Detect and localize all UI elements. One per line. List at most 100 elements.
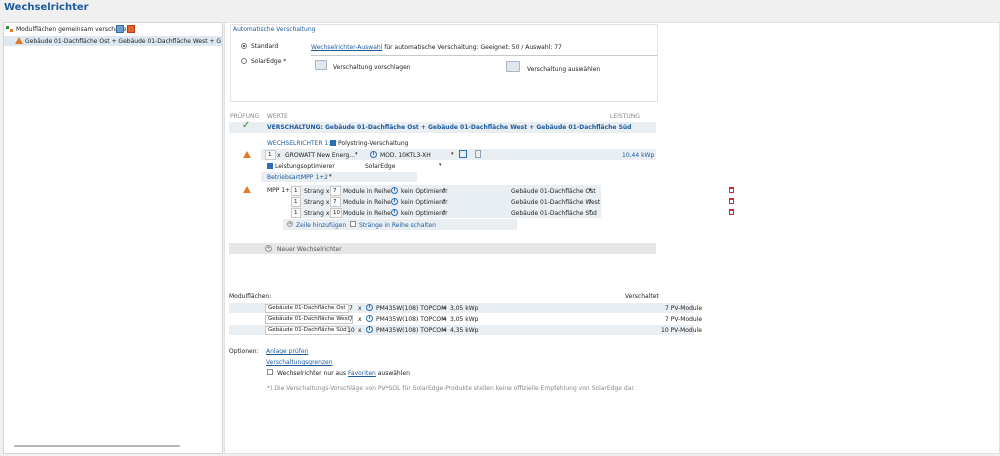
tree-item-label: Gebäude 01-Dachfläche Ost + Gebäude 01-D… — [25, 38, 221, 45]
optimizer-value[interactable]: SolarEdge — [365, 163, 395, 170]
new-inverter-button[interactable]: Neuer Wechselrichter — [277, 246, 342, 253]
radio-solaredge[interactable] — [241, 58, 247, 64]
manufacturer-dropdown-icon[interactable]: ▾ — [355, 151, 358, 157]
modules-per-string-input[interactable]: 10 — [330, 208, 342, 218]
inverter-qty-input[interactable]: 1 — [265, 150, 276, 160]
check-system-link[interactable]: Anlage prüfen — [266, 348, 308, 355]
delete-string-icon[interactable] — [729, 187, 734, 193]
horizontal-scrollbar[interactable] — [14, 445, 180, 447]
module-connected: 7 PV-Module — [665, 305, 703, 312]
string-surface[interactable]: Gebäude 01-Dachfläche Ost — [511, 188, 596, 195]
string-surface[interactable]: Gebäude 01-Dachfläche Süd — [511, 210, 597, 217]
optimizer-dropdown-icon[interactable]: ▾ — [439, 162, 442, 168]
radio-standard-label[interactable]: Standard — [251, 43, 278, 50]
string-unit: Strang x — [304, 210, 330, 217]
module-type: PM435W(108) TOPCOM — [376, 316, 447, 323]
module-power: 4,35 kWp — [450, 327, 479, 334]
polystring-checkbox[interactable] — [330, 140, 336, 146]
inverter-selection-link[interactable]: Wechselrichter-Auswahl — [311, 44, 382, 51]
info-icon[interactable]: i — [366, 304, 373, 311]
module-row: Gebäude 01-Dachfläche West 7 x i PM435W(… — [229, 314, 702, 324]
mode-value[interactable]: MPP 1+2 — [301, 174, 328, 181]
string-suffix: Module in Reihe — [343, 199, 391, 206]
optimizer-label: Leistungsoptimierer — [275, 163, 335, 170]
surface-dropdown-icon[interactable]: ▾ — [589, 209, 592, 215]
inverter-power: 10,44 kWp — [622, 152, 655, 159]
suggest-circuit-icon[interactable] — [315, 60, 327, 70]
string-optimizer[interactable]: kein Optimierer — [401, 199, 448, 206]
string-qty-input[interactable]: 1 — [291, 186, 301, 196]
module-type: PM435W(108) TOPCOM — [376, 327, 447, 334]
warning-icon — [15, 37, 23, 44]
add-row-link[interactable]: Zeile hinzufügen — [296, 222, 346, 229]
module-power: 3,05 kWp — [450, 316, 479, 323]
string-unit: Strang x — [304, 199, 330, 206]
string-qty-input[interactable]: 1 — [291, 208, 301, 218]
favorites-link[interactable]: Favoriten — [348, 370, 376, 377]
surface-dropdown-icon[interactable]: ▾ — [589, 187, 592, 193]
string-suffix: Module in Reihe — [343, 188, 391, 195]
connect-icon[interactable] — [116, 25, 124, 33]
optimizer-dropdown-icon[interactable]: ▾ — [443, 209, 446, 215]
favorites-checkbox[interactable] — [267, 369, 273, 375]
info-icon[interactable]: i — [366, 326, 373, 333]
info-icon[interactable]: i — [391, 198, 398, 205]
mode-label: Betriebsart: — [267, 174, 303, 181]
module-connected: 10 PV-Module — [661, 327, 702, 334]
select-circuit-button[interactable]: Verschaltung auswählen — [527, 66, 600, 73]
module-eq: = — [442, 316, 448, 323]
string-qty-input[interactable]: 1 — [291, 197, 301, 207]
model-dropdown-icon[interactable]: ▾ — [451, 151, 454, 157]
copy-icon[interactable] — [475, 150, 481, 158]
info-icon[interactable]: i — [391, 187, 398, 194]
suggest-circuit-button[interactable]: Verschaltung vorschlagen — [333, 64, 411, 71]
radio-standard[interactable] — [241, 43, 247, 49]
favorites-option: Wechselrichter nur aus Favoriten auswähl… — [277, 370, 410, 377]
series-label: Stränge in Reihe schalten — [359, 222, 436, 229]
module-surfaces-label: Modulflächen: — [229, 293, 272, 300]
circuit-limits-link[interactable]: Verschaltungsgrenzen — [266, 359, 333, 366]
info-icon[interactable]: i — [366, 315, 373, 322]
string-optimizer[interactable]: kein Optimierer — [401, 210, 448, 217]
optimizer-checkbox[interactable] — [267, 163, 273, 169]
modules-per-string-input[interactable]: 7 — [330, 186, 341, 196]
edit-icon[interactable] — [459, 150, 467, 158]
divider — [311, 55, 657, 56]
add-row-icon[interactable]: + — [287, 221, 293, 227]
modules-per-string-input[interactable]: 7 — [330, 197, 341, 207]
module-count: 10 — [347, 327, 355, 334]
shared-connect-label[interactable]: Modulflächen gemeinsam verschalten — [16, 26, 130, 33]
module-surface-name: Gebäude 01-Dachfläche West — [265, 315, 353, 324]
surface-dropdown-icon[interactable]: ▾ — [589, 198, 592, 204]
inverter-manufacturer[interactable]: GROWATT New Energ... — [285, 152, 355, 159]
string-optimizer[interactable]: kein Optimierer — [401, 188, 448, 195]
add-inverter-icon[interactable]: + — [265, 245, 272, 252]
delete-string-icon[interactable] — [729, 209, 734, 215]
inverter-model[interactable]: MOD. 10KTL3-XH — [380, 152, 431, 159]
tree-item-selected[interactable]: Gebäude 01-Dachfläche Ost + Gebäude 01-D… — [4, 36, 222, 46]
delete-string-icon[interactable] — [729, 198, 734, 204]
connected-header: Verschaltet — [625, 293, 659, 300]
optimizer-dropdown-icon[interactable]: ▾ — [443, 187, 446, 193]
module-count: 7 — [349, 305, 353, 312]
column-header-power: LEISTUNG — [610, 113, 640, 120]
optimizer-dropdown-icon[interactable]: ▾ — [443, 198, 446, 204]
info-icon[interactable]: i — [370, 151, 377, 158]
column-header-values: WERTE — [267, 113, 288, 120]
warning-icon — [243, 186, 251, 193]
select-circuit-icon[interactable] — [506, 61, 520, 72]
module-row: Gebäude 01-Dachfläche Süd 10 x i PM435W(… — [229, 325, 702, 335]
disconnect-icon[interactable] — [127, 25, 135, 33]
radio-solaredge-label[interactable]: SolarEdge * — [251, 58, 286, 65]
module-surfaces-icon[interactable] — [6, 25, 14, 33]
inverter-label: WECHSELRICHTER 1: — [267, 140, 331, 147]
info-icon[interactable]: i — [391, 209, 398, 216]
polystring-label: Polystring-Verschaltung — [338, 140, 409, 147]
circuit-title: VERSCHALTUNG: Gebäude 01-Dachfläche Ost … — [267, 124, 632, 131]
selection-info: Wechselrichter-Auswahl für automatische … — [311, 44, 562, 51]
string-surface[interactable]: Gebäude 01-Dachfläche West — [511, 199, 600, 206]
mode-dropdown-icon[interactable]: ▾ — [329, 173, 332, 179]
module-connected: 7 PV-Module — [665, 316, 703, 323]
series-checkbox[interactable] — [350, 221, 356, 227]
module-x: x — [358, 327, 362, 334]
